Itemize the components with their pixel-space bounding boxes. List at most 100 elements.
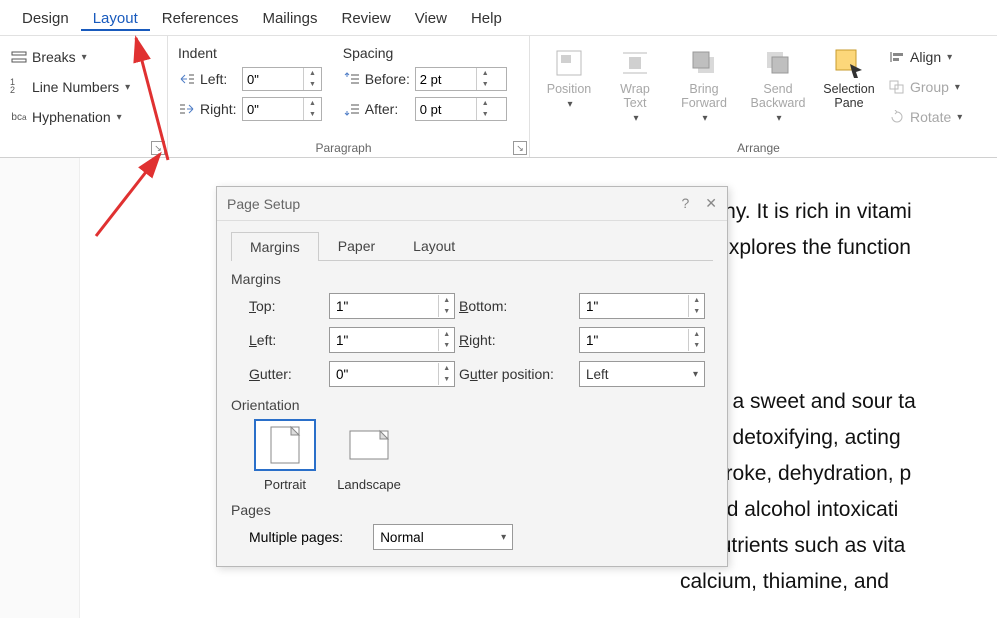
indent-right-value[interactable] (243, 98, 303, 120)
ribbon-body: Breaks ▾ 12 Line Numbers ▾ bca Hyphenati… (0, 36, 997, 158)
indent-left-label: Left: (200, 71, 238, 87)
pages-header: Pages (231, 502, 713, 518)
group-btn-label: Group (910, 79, 949, 95)
hyphenation-icon: bca (10, 108, 28, 126)
margin-bottom-input[interactable]: ▲▼ (579, 293, 705, 319)
indent-right-icon (178, 100, 196, 118)
chevron-down-icon: ▾ (947, 52, 952, 63)
dialog-titlebar[interactable]: Page Setup ? ✕ (217, 187, 727, 221)
doc-text: calcium, thiamine, and (680, 564, 997, 600)
chevron-down-icon: ▾ (957, 112, 962, 123)
margin-left-label: Left: (249, 332, 329, 348)
selection-pane-label: Selection Pane (823, 82, 874, 110)
send-backward-label: Send Backward (751, 82, 806, 110)
spinner-buttons[interactable]: ▲▼ (476, 98, 494, 120)
bring-forward-label: Bring Forward (681, 82, 727, 110)
indent-right-label: Right: (200, 101, 238, 117)
rotate-label: Rotate (910, 109, 951, 125)
page-setup-dialog: Page Setup ? ✕ Margins Paper Layout Marg… (216, 186, 728, 567)
bring-forward-button[interactable]: Bring Forward ▾ (668, 42, 740, 132)
space-before-input[interactable]: ▲▼ (415, 67, 507, 91)
indent-left-icon (178, 70, 196, 88)
tab-help[interactable]: Help (459, 4, 514, 31)
orientation-portrait[interactable]: Portrait (249, 419, 321, 492)
space-after-value[interactable] (416, 98, 476, 120)
margin-right-input[interactable]: ▲▼ (579, 327, 705, 353)
portrait-icon (254, 419, 316, 471)
margin-bottom-label: Bottom: (459, 298, 579, 314)
selection-pane-icon (832, 46, 866, 80)
multiple-pages-select[interactable]: Normal▾ (373, 524, 513, 550)
group-icon (888, 78, 906, 96)
hyphenation-button[interactable]: bca Hyphenation ▾ (8, 102, 159, 132)
space-before-value[interactable] (416, 68, 476, 90)
align-button[interactable]: Align ▾ (886, 42, 962, 72)
margin-top-input[interactable]: ▲▼ (329, 293, 455, 319)
spacing-header: Spacing (341, 42, 521, 64)
gutter-label: Gutter: (249, 366, 329, 382)
landscape-icon (338, 419, 400, 471)
indent-header: Indent (176, 42, 341, 64)
margin-left-input[interactable]: ▲▼ (329, 327, 455, 353)
chevron-down-icon: ▾ (82, 52, 87, 63)
wrap-text-label: Wrap Text (620, 82, 650, 110)
chevron-down-icon: ▾ (955, 82, 960, 93)
breaks-button[interactable]: Breaks ▾ (8, 42, 159, 72)
line-numbers-button[interactable]: 12 Line Numbers ▾ (8, 72, 159, 102)
space-after-label: After: (365, 101, 411, 117)
dialog-tab-margins[interactable]: Margins (231, 232, 319, 261)
multiple-pages-label: Multiple pages: (249, 529, 343, 545)
dialog-tab-layout[interactable]: Layout (394, 231, 474, 260)
orientation-landscape[interactable]: Landscape (333, 419, 405, 492)
dialog-title: Page Setup (227, 196, 300, 212)
space-after-input[interactable]: ▲▼ (415, 97, 507, 121)
indent-left-value[interactable] (243, 68, 303, 90)
group-paragraph: Indent Left: ▲▼ Right: (168, 36, 530, 157)
gutter-position-label: Gutter position: (459, 366, 579, 382)
gutter-input[interactable]: ▲▼ (329, 361, 455, 387)
space-after-icon (343, 100, 361, 118)
tab-references[interactable]: References (150, 4, 251, 31)
breaks-label: Breaks (32, 49, 76, 65)
paragraph-group-label: Paragraph (168, 141, 519, 155)
indent-right-input[interactable]: ▲▼ (242, 97, 322, 121)
chevron-down-icon: ▾ (776, 112, 781, 126)
dialog-close-button[interactable]: ✕ (705, 195, 717, 212)
tab-layout[interactable]: Layout (81, 4, 150, 31)
dialog-tabs: Margins Paper Layout (231, 231, 713, 261)
tab-view[interactable]: View (403, 4, 459, 31)
rotate-button[interactable]: Rotate ▾ (886, 102, 962, 132)
chevron-down-icon: ▾ (125, 82, 130, 93)
chevron-down-icon: ▾ (567, 98, 572, 112)
tab-review[interactable]: Review (330, 4, 403, 31)
send-backward-button[interactable]: Send Backward ▾ (740, 42, 816, 132)
line-numbers-icon: 12 (10, 78, 28, 96)
orientation-header: Orientation (231, 397, 713, 413)
group-button[interactable]: Group ▾ (886, 72, 962, 102)
position-button[interactable]: Position ▾ (536, 42, 602, 132)
selection-pane-button[interactable]: Selection Pane (816, 42, 882, 132)
dialog-help-button[interactable]: ? (681, 195, 689, 212)
hyphenation-label: Hyphenation (32, 109, 111, 125)
rotate-icon (888, 108, 906, 126)
tab-mailings[interactable]: Mailings (250, 4, 329, 31)
dialog-tab-paper[interactable]: Paper (319, 231, 394, 260)
bring-forward-icon (687, 46, 721, 80)
chevron-down-icon: ▾ (702, 112, 707, 126)
chevron-down-icon: ▾ (633, 112, 638, 126)
space-before-label: Before: (365, 71, 411, 87)
gutter-position-select[interactable]: Left▾ (579, 361, 705, 387)
group-arrange: Position ▾ Wrap Text ▾ Bring Forward ▾ (530, 36, 997, 157)
spinner-buttons[interactable]: ▲▼ (476, 68, 494, 90)
spinner-buttons[interactable]: ▲▼ (303, 68, 321, 90)
margin-right-label: Right: (459, 332, 579, 348)
send-backward-icon (761, 46, 795, 80)
landscape-label: Landscape (337, 477, 401, 492)
spinner-buttons[interactable]: ▲▼ (303, 98, 321, 120)
tab-design[interactable]: Design (10, 4, 81, 31)
indent-left-input[interactable]: ▲▼ (242, 67, 322, 91)
align-label: Align (910, 49, 941, 65)
paragraph-launcher[interactable]: ↘ (513, 141, 527, 155)
wrap-text-button[interactable]: Wrap Text ▾ (602, 42, 668, 132)
page-setup-launcher[interactable]: ↘ (151, 141, 165, 155)
